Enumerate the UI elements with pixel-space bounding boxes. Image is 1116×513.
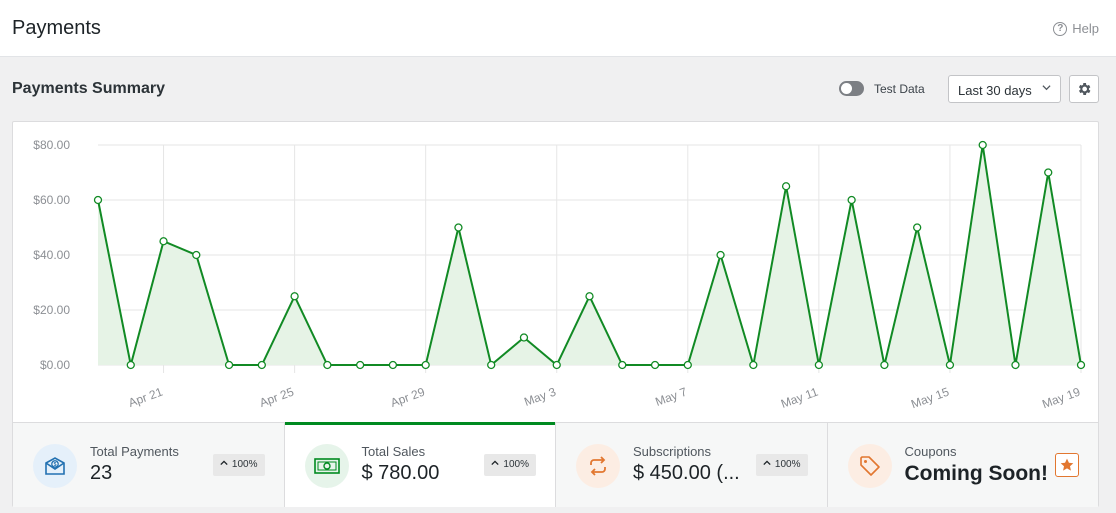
settings-button[interactable] bbox=[1069, 75, 1099, 103]
change-badge: 100% bbox=[212, 454, 265, 476]
change-value: 100% bbox=[774, 459, 801, 470]
data-point bbox=[323, 360, 332, 370]
toggle-knob bbox=[841, 83, 852, 94]
change-value: 100% bbox=[231, 459, 258, 470]
test-data-toggle-group: Test Data bbox=[839, 81, 925, 96]
cash-bill-icon bbox=[313, 458, 340, 474]
x-tick-label: May 7 bbox=[653, 385, 689, 409]
stat-coupons[interactable]: Coupons Coming Soon! bbox=[827, 423, 1098, 507]
stat-total-sales[interactable]: Total Sales $ 780.00 100% bbox=[284, 422, 556, 507]
stat-icon-circle bbox=[304, 444, 349, 488]
stat-value: $ 450.00 (... bbox=[633, 462, 740, 484]
stat-value: $ 780.00 bbox=[361, 462, 440, 484]
summary-title: Payments Summary bbox=[12, 80, 165, 97]
stat-label: Total Payments bbox=[90, 444, 179, 459]
page-title: Payments bbox=[12, 17, 101, 39]
data-point bbox=[781, 182, 791, 191]
stat-total-payments[interactable]: $ Total Payments 23 100% bbox=[13, 423, 285, 507]
data-point bbox=[716, 250, 725, 260]
y-tick-label: $0.00 bbox=[40, 358, 70, 372]
summary-card: $0.00 $20.00 $40.00 $60.00 $80.00 Apr 21 Apr 2… bbox=[12, 121, 1099, 507]
x-tick-label: May 15 bbox=[909, 385, 951, 412]
chevron-down-icon bbox=[1042, 85, 1051, 91]
data-point bbox=[93, 195, 103, 205]
x-tick-label: Apr 29 bbox=[389, 385, 427, 410]
arrow-up-icon bbox=[491, 460, 500, 466]
data-point bbox=[487, 360, 496, 370]
x-tick-label: Apr 21 bbox=[127, 385, 165, 410]
x-tick-label: May 11 bbox=[779, 385, 820, 411]
data-point bbox=[847, 195, 856, 205]
data-point bbox=[978, 140, 987, 150]
data-point bbox=[1044, 168, 1053, 177]
arrow-up-icon bbox=[220, 460, 228, 466]
date-range-select[interactable]: Last 30 days bbox=[948, 75, 1061, 103]
help-icon: ? bbox=[1053, 21, 1068, 36]
y-tick-label: $40.00 bbox=[33, 248, 70, 262]
stat-value: Coming Soon! bbox=[904, 462, 1048, 485]
help-label: Help bbox=[1072, 21, 1099, 36]
data-point bbox=[355, 360, 365, 370]
data-point bbox=[192, 250, 201, 260]
svg-text:$: $ bbox=[53, 462, 56, 468]
data-point bbox=[945, 360, 955, 370]
repeat-icon bbox=[590, 456, 606, 476]
tag-icon bbox=[859, 456, 880, 476]
change-value: 100% bbox=[503, 459, 529, 470]
arrow-up-icon bbox=[763, 460, 771, 466]
help-link[interactable]: ? Help bbox=[1053, 21, 1099, 36]
data-point bbox=[290, 292, 299, 301]
data-point bbox=[552, 360, 561, 370]
x-tick-label: May 19 bbox=[1040, 385, 1082, 412]
stat-icon-circle: $ bbox=[33, 444, 77, 488]
star-icon bbox=[1060, 458, 1074, 471]
top-bar: Payments ? Help bbox=[0, 0, 1116, 57]
data-point bbox=[1011, 360, 1020, 370]
x-tick-label: Apr 25 bbox=[258, 385, 296, 410]
stat-icon-circle bbox=[576, 444, 620, 488]
data-point bbox=[1076, 360, 1086, 370]
payments-chart: $0.00 $20.00 $40.00 $60.00 $80.00 Apr 21 Apr 2… bbox=[33, 138, 1086, 412]
stat-value: 23 bbox=[90, 462, 113, 484]
data-point bbox=[913, 223, 922, 232]
data-point bbox=[454, 223, 463, 232]
date-range-value: Last 30 days bbox=[958, 83, 1032, 98]
data-point bbox=[421, 360, 430, 370]
y-tick-label: $80.00 bbox=[33, 138, 70, 152]
stat-subscriptions[interactable]: Subscriptions $ 450.00 (... 100% bbox=[556, 423, 828, 507]
data-point bbox=[388, 360, 398, 370]
y-tick-label: $60.00 bbox=[33, 193, 70, 207]
data-point bbox=[749, 360, 758, 370]
stat-label: Total Sales bbox=[361, 444, 426, 459]
stats-row: $ Total Payments 23 100% Total Sales $ 7… bbox=[13, 422, 1098, 507]
data-point bbox=[519, 333, 529, 342]
data-point bbox=[585, 292, 594, 301]
stat-icon-circle bbox=[847, 444, 892, 488]
star-button[interactable] bbox=[1055, 453, 1079, 477]
data-point bbox=[618, 360, 627, 370]
test-data-label: Test Data bbox=[874, 81, 925, 96]
data-point bbox=[224, 360, 234, 370]
y-tick-label: $20.00 bbox=[33, 303, 70, 317]
change-badge: 100% bbox=[755, 454, 808, 476]
data-point bbox=[683, 360, 692, 370]
stat-label: Coupons bbox=[904, 444, 957, 459]
stat-label: Subscriptions bbox=[633, 444, 712, 459]
data-point bbox=[126, 360, 135, 370]
data-point bbox=[650, 360, 660, 370]
change-badge: 100% bbox=[484, 454, 536, 476]
gear-icon bbox=[1078, 83, 1091, 95]
data-point bbox=[257, 360, 266, 370]
test-data-toggle[interactable] bbox=[839, 81, 864, 96]
data-point bbox=[159, 237, 168, 246]
data-point bbox=[814, 360, 824, 370]
money-envelope-icon: $ bbox=[45, 457, 65, 475]
data-point bbox=[880, 360, 889, 370]
x-tick-label: May 3 bbox=[522, 385, 558, 409]
